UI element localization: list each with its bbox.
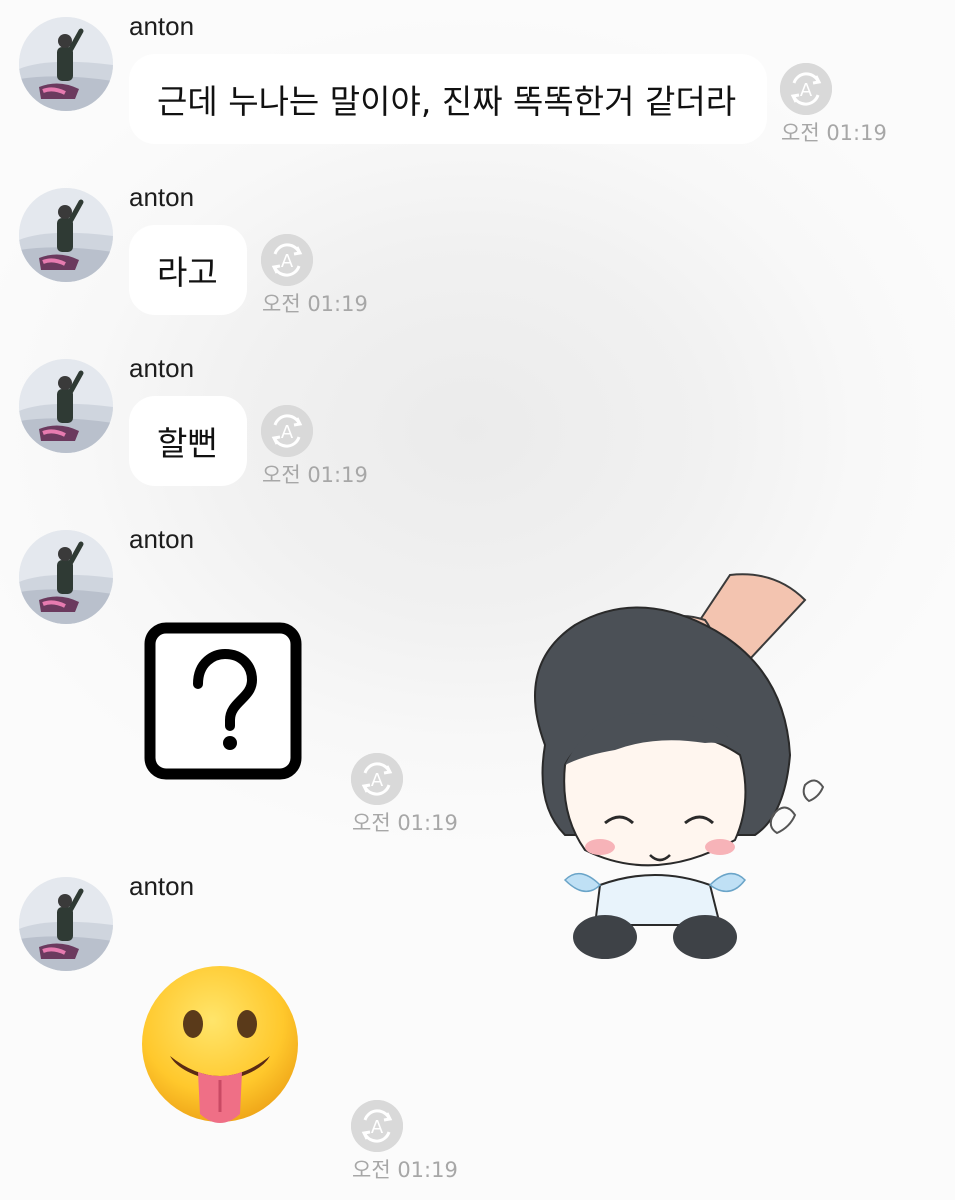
avatar[interactable] bbox=[19, 188, 113, 282]
chibi-character-illustration bbox=[505, 565, 850, 969]
message-bubble[interactable]: 근데 누나는 말이야, 진짜 똑똑한거 같더라 bbox=[129, 54, 767, 144]
timestamp: 오전 01:19 bbox=[352, 811, 458, 835]
avatar[interactable] bbox=[19, 359, 113, 453]
message-bubble[interactable]: 라고 bbox=[129, 225, 247, 315]
avatar[interactable] bbox=[19, 877, 113, 971]
sender-name: anton bbox=[129, 871, 195, 901]
tongue-out-emoji-sticker[interactable] bbox=[140, 964, 300, 1136]
translate-icon[interactable] bbox=[261, 405, 313, 457]
timestamp: 오전 01:19 bbox=[781, 121, 887, 145]
timestamp: 오전 01:19 bbox=[262, 292, 368, 316]
sender-name: anton bbox=[129, 524, 195, 554]
translate-icon[interactable] bbox=[351, 753, 403, 805]
message-bubble[interactable]: 할뻔 bbox=[129, 396, 247, 486]
sender-name: anton bbox=[129, 11, 195, 41]
sender-name: anton bbox=[129, 353, 195, 383]
timestamp: 오전 01:19 bbox=[352, 1158, 458, 1182]
avatar[interactable] bbox=[19, 530, 113, 624]
sender-name: anton bbox=[129, 182, 195, 212]
question-mark-sticker[interactable] bbox=[144, 622, 302, 784]
translate-icon[interactable] bbox=[261, 234, 313, 286]
avatar[interactable] bbox=[19, 17, 113, 111]
timestamp: 오전 01:19 bbox=[262, 463, 368, 487]
translate-icon[interactable] bbox=[780, 63, 832, 115]
translate-icon[interactable] bbox=[351, 1100, 403, 1152]
